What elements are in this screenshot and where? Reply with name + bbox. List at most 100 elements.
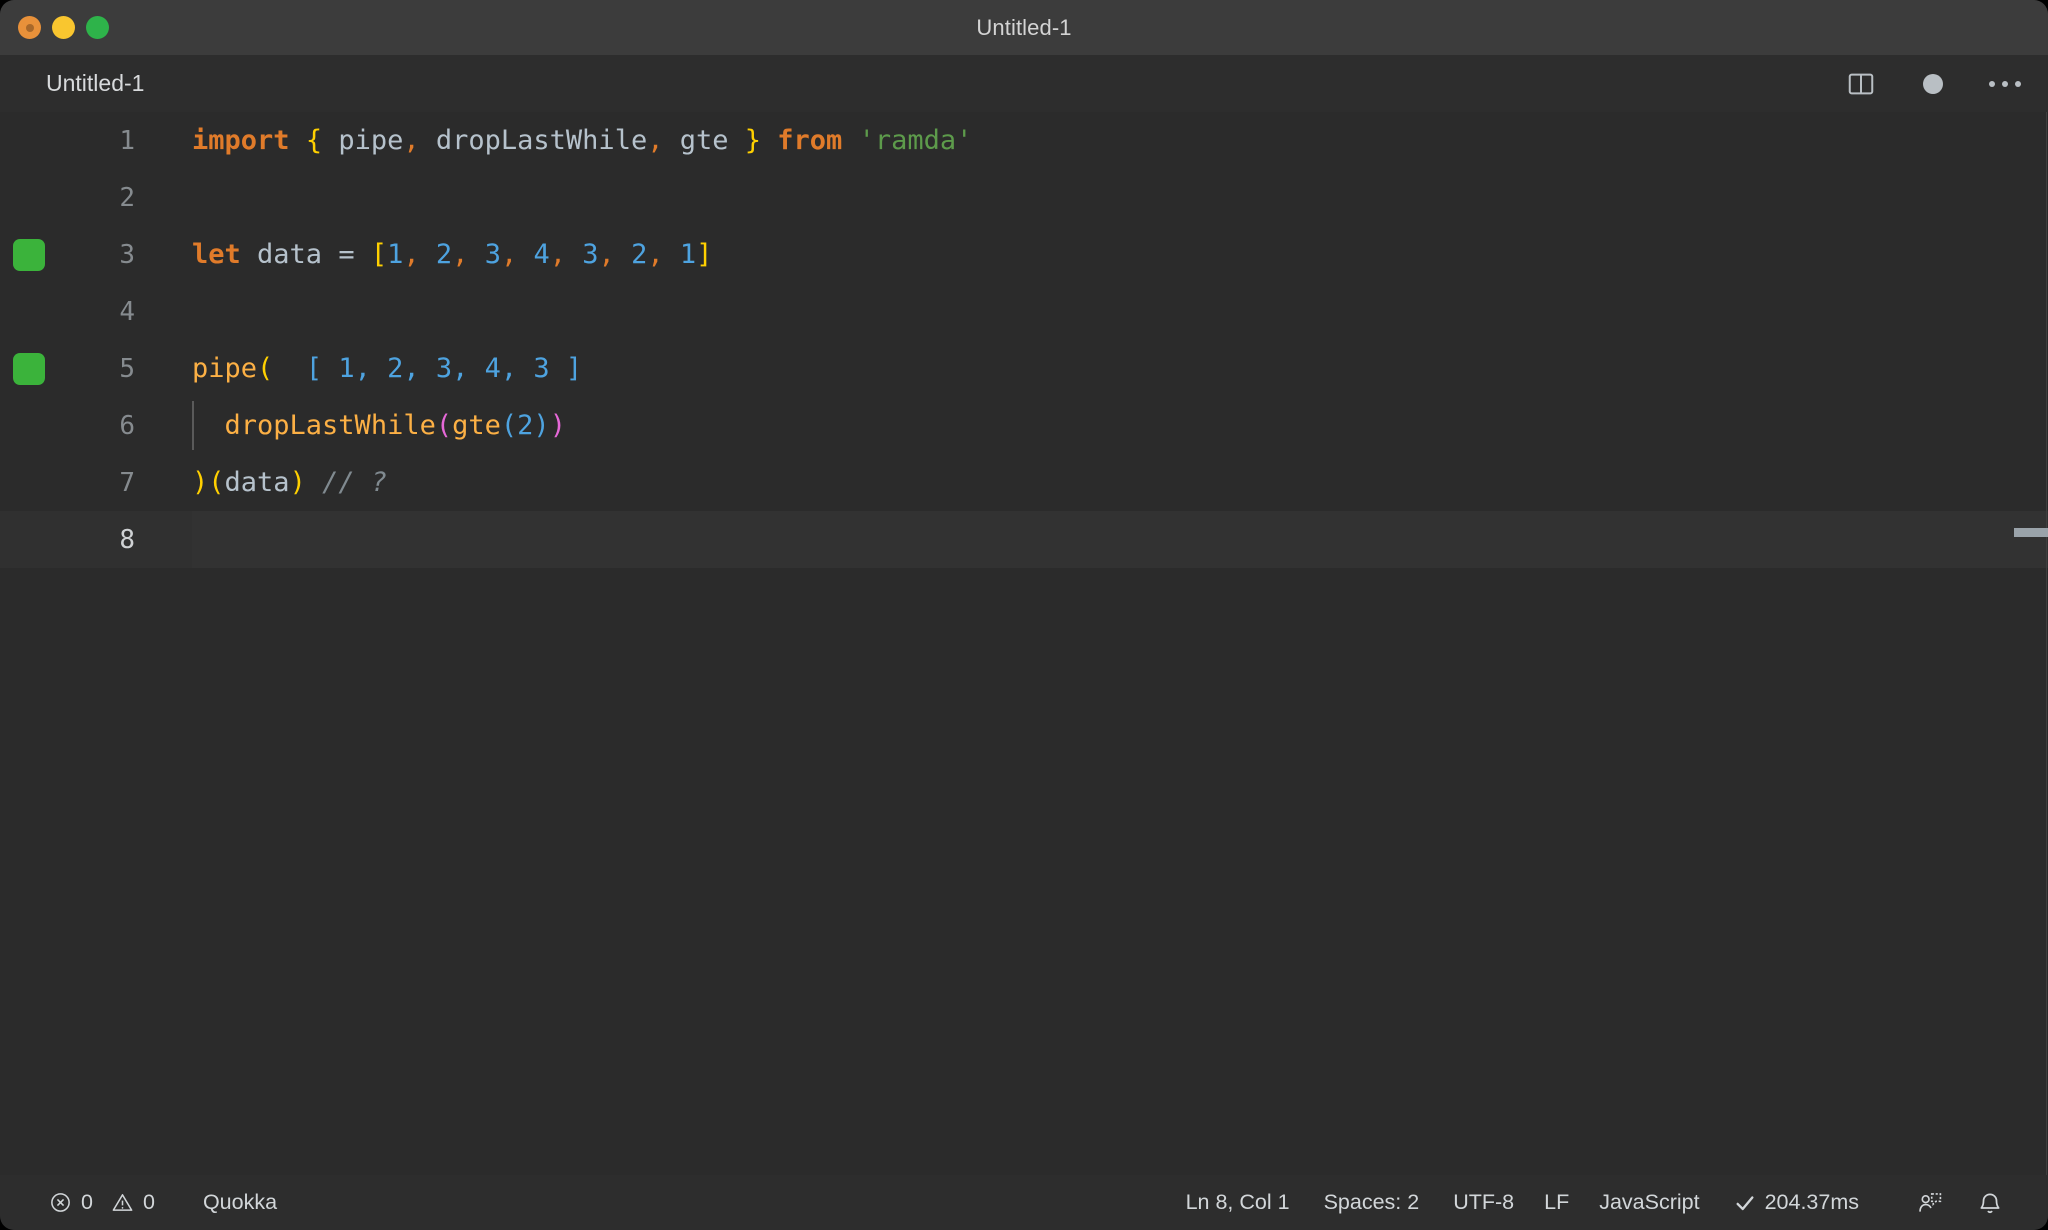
tab-label: Untitled-1: [46, 70, 145, 96]
code-token: from: [777, 125, 843, 156]
bell-icon[interactable]: [1960, 1175, 2020, 1230]
cursor-position-label: Ln 8, Col 1: [1185, 1190, 1290, 1214]
code-token: data =: [240, 239, 371, 270]
code-token: [: [370, 239, 388, 270]
line-number: 4: [119, 296, 135, 327]
status-bar-right: Ln 8, Col 1 Spaces: 2 UTF-8 LF JavaScrip…: [1169, 1175, 2020, 1230]
code-token: gte: [452, 410, 501, 441]
minimize-window-button[interactable]: [52, 16, 75, 39]
code-line-6[interactable]: 6 dropLastWhile(gte(2)): [0, 397, 2048, 454]
line-content: dropLastWhile(gte(2)): [192, 410, 2048, 441]
line-number: 6: [119, 410, 135, 441]
code-token: import: [192, 125, 290, 156]
error-circle-icon: [49, 1191, 72, 1214]
line-number: 8: [119, 524, 135, 555]
status-bar: 0 0 Quokka Ln 8, Col 1 Spaces: 2 UTF-8 L…: [0, 1175, 2048, 1230]
code-line-8[interactable]: 8: [0, 511, 2048, 568]
code-token: dropLastWhile: [224, 410, 436, 441]
problems-status[interactable]: 0 0: [32, 1175, 172, 1230]
line-content: pipe( [ 1, 2, 3, 4, 3 ]: [192, 353, 2048, 384]
code-token: ): [192, 467, 209, 498]
code-line-3[interactable]: 3 let data = [1, 2, 3, 4, 3, 2, 1]: [0, 226, 2048, 283]
code-token: {: [305, 125, 323, 156]
tab-bar: Untitled-1: [0, 55, 2048, 112]
code-token: [ 1, 2, 3, 4, 3 ]: [305, 353, 583, 384]
code-token: ,: [500, 239, 518, 270]
eol-label: LF: [1544, 1190, 1570, 1214]
code-token: ,: [647, 125, 664, 156]
code-line-7[interactable]: 7)(data) // ?: [0, 454, 2048, 511]
code-token: pipe: [322, 125, 404, 156]
quokka-label: Quokka: [202, 1190, 278, 1214]
indentation-label: Spaces: 2: [1323, 1190, 1420, 1214]
code-token: (: [208, 467, 225, 498]
code-editor[interactable]: 1 import { pipe, dropLastWhile, gte } fro…: [0, 112, 2048, 1175]
line-number: 2: [119, 182, 135, 213]
run-time-status[interactable]: 204.37ms: [1717, 1175, 1876, 1230]
editor-actions: [1844, 55, 2022, 112]
eol-status[interactable]: LF: [1531, 1175, 1582, 1230]
unsaved-dot-icon[interactable]: [1916, 67, 1950, 101]
code-token: 2: [517, 410, 534, 441]
cursor-position-status[interactable]: Ln 8, Col 1: [1169, 1175, 1307, 1230]
vertical-ruler: [2046, 112, 2047, 1175]
code-line-4[interactable]: 4: [0, 283, 2048, 340]
code-token: (: [435, 410, 453, 441]
code-token: ): [549, 410, 566, 441]
tab-untitled-1[interactable]: Untitled-1: [0, 55, 200, 112]
code-token: 3: [582, 239, 599, 270]
encoding-status[interactable]: UTF-8: [1436, 1175, 1531, 1230]
feedback-person-icon[interactable]: [1900, 1175, 1960, 1230]
traffic-light-controls: [18, 16, 109, 39]
overview-ruler-marker[interactable]: [2014, 528, 2048, 537]
ellipsis-icon[interactable]: [1988, 67, 2022, 101]
code-token: ): [533, 410, 550, 441]
code-token: 1: [387, 239, 404, 270]
code-token: (: [257, 353, 274, 384]
code-token: 3: [484, 239, 501, 270]
language-mode-label: JavaScript: [1599, 1190, 1700, 1214]
line-number: 5: [119, 353, 135, 384]
line-content: [192, 511, 2048, 568]
code-token: ): [289, 467, 306, 498]
quokka-status[interactable]: Quokka: [186, 1175, 294, 1230]
code-token: // ?: [322, 467, 388, 498]
code-line-1[interactable]: 1 import { pipe, dropLastWhile, gte } fro…: [0, 112, 2048, 169]
warning-triangle-icon: [111, 1191, 134, 1214]
code-token: ]: [696, 239, 713, 270]
code-token: (: [500, 410, 518, 441]
encoding-label: UTF-8: [1453, 1190, 1515, 1214]
indentation-status[interactable]: Spaces: 2: [1307, 1175, 1437, 1230]
split-editor-icon[interactable]: [1844, 67, 1878, 101]
window-title: Untitled-1: [976, 14, 1072, 40]
error-count: 0: [81, 1190, 93, 1214]
code-token: ,: [403, 239, 420, 270]
status-bar-left: 0 0 Quokka: [32, 1175, 294, 1230]
code-token: dropLastWhile: [419, 125, 648, 156]
code-token: pipe: [192, 353, 258, 384]
close-window-button[interactable]: [18, 16, 41, 39]
code-token: let: [192, 239, 241, 270]
line-number: 3: [119, 239, 135, 270]
line-content: let data = [1, 2, 3, 4, 3, 2, 1]: [192, 239, 2048, 270]
code-token: 'ramda': [858, 125, 973, 156]
code-line-5[interactable]: 5 pipe( [ 1, 2, 3, 4, 3 ]: [0, 340, 2048, 397]
code-line-2[interactable]: 2: [0, 169, 2048, 226]
code-token: }: [744, 125, 762, 156]
code-lines[interactable]: 1 import { pipe, dropLastWhile, gte } fro…: [0, 112, 2048, 1175]
warning-count: 0: [142, 1190, 155, 1214]
code-token: 1: [679, 239, 697, 270]
language-mode-status[interactable]: JavaScript: [1582, 1175, 1716, 1230]
maximize-window-button[interactable]: [86, 16, 109, 39]
code-token: gte: [663, 125, 745, 156]
